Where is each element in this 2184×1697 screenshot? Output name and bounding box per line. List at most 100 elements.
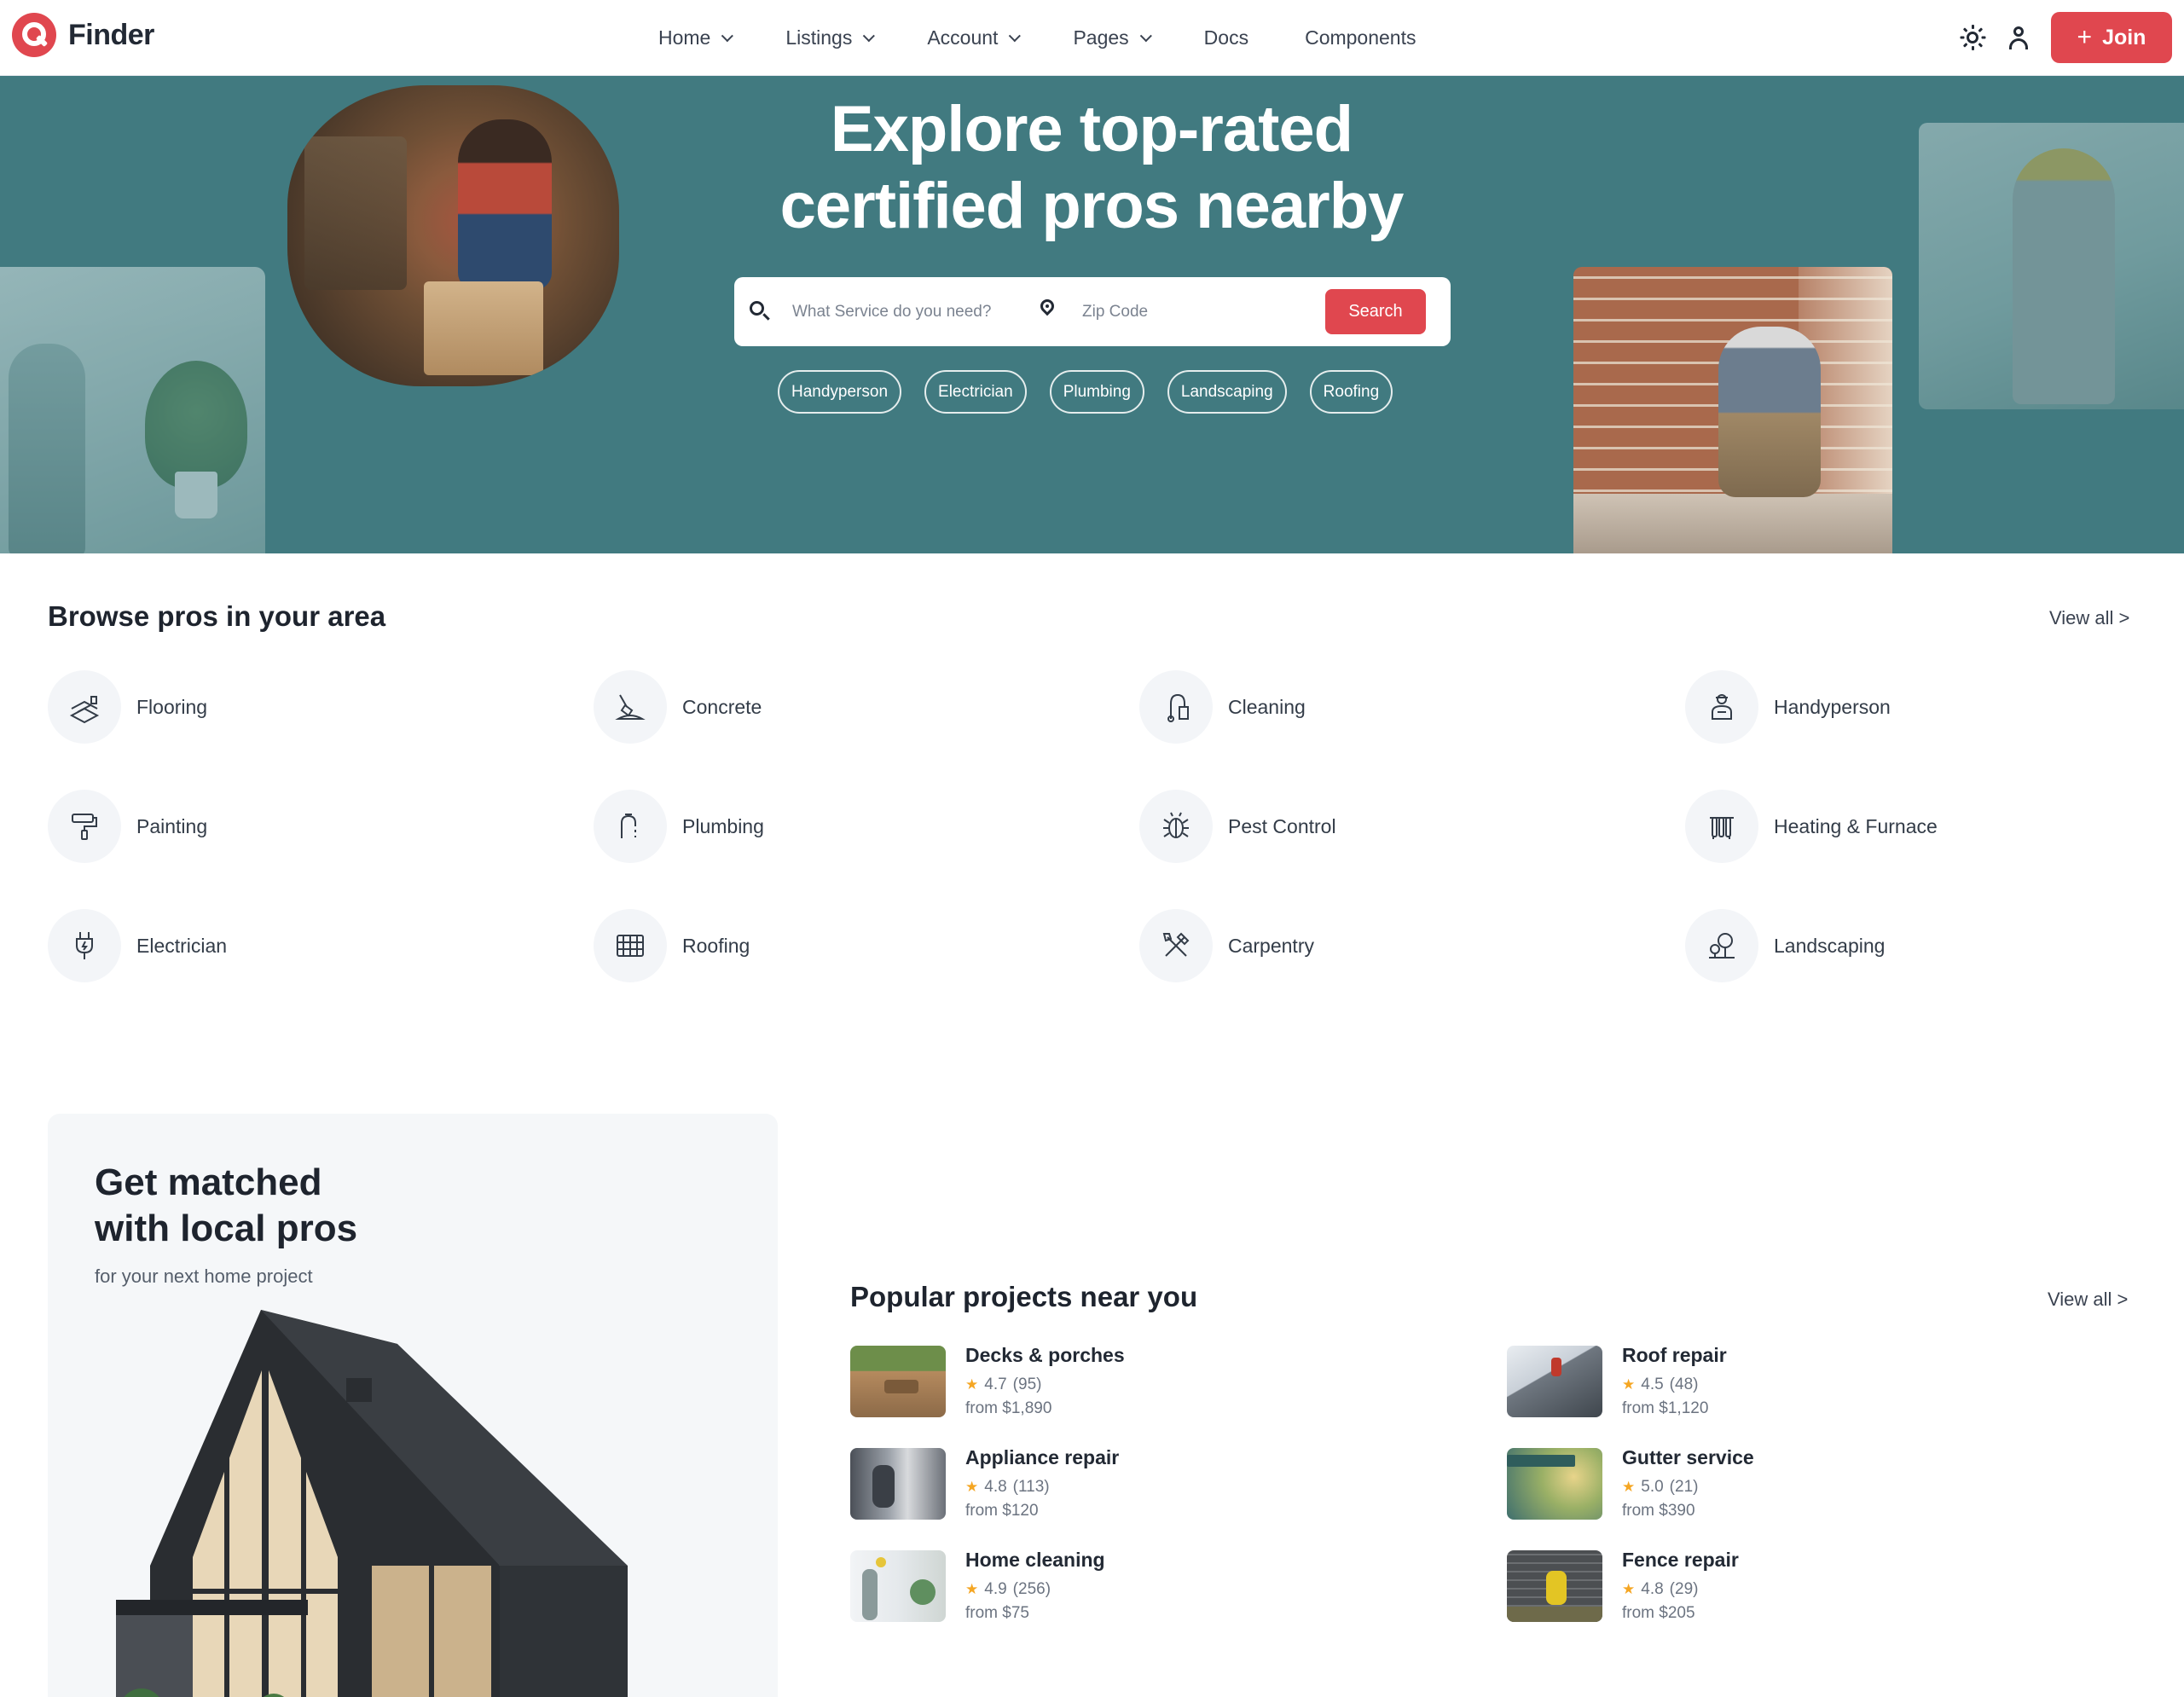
hero-photo-woodworker xyxy=(287,85,619,386)
main-nav: Home Listings Account Pages Docs Compone… xyxy=(658,0,1473,76)
project-thumbnail-image xyxy=(1507,1550,1602,1622)
category-label: Cleaning xyxy=(1228,695,1306,718)
nav-item-docs[interactable]: Docs xyxy=(1204,26,1248,49)
chevron-down-icon xyxy=(721,29,734,42)
nav-item-label: Components xyxy=(1305,26,1416,49)
nav-item-label: Pages xyxy=(1073,26,1129,49)
project-rating: ★ 4.5 (48) xyxy=(1622,1376,1727,1394)
review-count: (256) xyxy=(1012,1580,1051,1598)
service-search-input[interactable] xyxy=(792,294,1005,330)
get-matched-card[interactable]: Get matched with local pros for your nex… xyxy=(48,1114,778,1697)
concrete-icon xyxy=(594,670,667,744)
category-roofing[interactable]: Roofing xyxy=(594,909,1139,982)
star-icon: ★ xyxy=(1622,1376,1636,1393)
search-button[interactable]: Search xyxy=(1325,289,1426,334)
star-icon: ★ xyxy=(965,1581,979,1597)
tools-icon xyxy=(1139,909,1213,982)
category-landscaping[interactable]: Landscaping xyxy=(1685,909,2137,982)
user-account-icon[interactable] xyxy=(2005,24,2032,51)
modern-house-image xyxy=(116,1310,628,1697)
flooring-icon xyxy=(48,670,121,744)
top-navbar: Finder Home Listings Account Pages Docs … xyxy=(0,0,2184,76)
rating-value: 4.5 xyxy=(1641,1376,1664,1393)
radiator-icon xyxy=(1685,790,1758,863)
browse-view-all-link[interactable]: View all > xyxy=(2049,607,2129,629)
search-icon xyxy=(750,301,770,321)
nav-item-label: Home xyxy=(658,26,711,49)
review-count: (48) xyxy=(1669,1376,1699,1393)
promo-title: Get matched with local pros xyxy=(95,1160,521,1252)
category-label: Concrete xyxy=(682,695,762,718)
category-label: Landscaping xyxy=(1774,934,1886,957)
category-electrician[interactable]: Electrician xyxy=(48,909,594,982)
rating-value: 4.8 xyxy=(1641,1580,1664,1598)
category-heating-furnace[interactable]: Heating & Furnace xyxy=(1685,790,2137,863)
promo-title-line-1: Get matched xyxy=(95,1161,322,1203)
rating-value: 5.0 xyxy=(1641,1478,1664,1496)
tag-roofing[interactable]: Roofing xyxy=(1309,370,1393,414)
star-icon: ★ xyxy=(1622,1581,1636,1597)
hero-section: Explore top-rated certified pros nearby … xyxy=(0,76,2184,553)
project-name: Home cleaning xyxy=(965,1549,1105,1571)
hero-title-line-2: certified pros nearby xyxy=(779,170,1405,242)
join-button[interactable]: + Join xyxy=(2051,12,2172,63)
star-icon: ★ xyxy=(965,1479,979,1495)
category-label: Plumbing xyxy=(682,814,764,837)
category-concrete[interactable]: Concrete xyxy=(594,670,1139,744)
project-price: from $1,890 xyxy=(965,1399,1052,1417)
hero-photo-cleaning xyxy=(0,267,265,553)
theme-toggle-sun-icon[interactable] xyxy=(1959,24,1986,51)
category-grid: Flooring Concrete Cleaning Handyperson P… xyxy=(48,670,2137,982)
bug-icon xyxy=(1139,790,1213,863)
category-carpentry[interactable]: Carpentry xyxy=(1139,909,1685,982)
tag-handyperson[interactable]: Handyperson xyxy=(778,370,902,414)
projects-view-all-link[interactable]: View all > xyxy=(2048,1289,2128,1311)
paint-roller-icon xyxy=(48,790,121,863)
rating-value: 4.8 xyxy=(984,1478,1007,1496)
chevron-down-icon xyxy=(1009,29,1022,42)
category-plumbing[interactable]: Plumbing xyxy=(594,790,1139,863)
project-price: from $75 xyxy=(965,1604,1029,1622)
tag-landscaping[interactable]: Landscaping xyxy=(1167,370,1287,414)
review-count: (21) xyxy=(1669,1478,1699,1496)
project-home-cleaning[interactable]: Home cleaning ★ 4.9 (256) from $75 xyxy=(850,1549,1507,1622)
project-price: from $205 xyxy=(1622,1604,1695,1622)
tree-icon xyxy=(1685,909,1758,982)
category-handyperson[interactable]: Handyperson xyxy=(1685,670,2137,744)
project-roof-repair[interactable]: Roof repair ★ 4.5 (48) from $1,120 xyxy=(1507,1344,2036,1417)
nav-item-pages[interactable]: Pages xyxy=(1073,26,1152,49)
project-appliance-repair[interactable]: Appliance repair ★ 4.8 (113) from $120 xyxy=(850,1446,1507,1520)
nav-item-home[interactable]: Home xyxy=(658,26,734,49)
category-cleaning[interactable]: Cleaning xyxy=(1139,670,1685,744)
review-count: (113) xyxy=(1012,1478,1050,1496)
category-label: Flooring xyxy=(136,695,208,718)
project-gutter-service[interactable]: Gutter service ★ 5.0 (21) from $390 xyxy=(1507,1446,2036,1520)
category-flooring[interactable]: Flooring xyxy=(48,670,594,744)
hero-photo-construction-worker xyxy=(1919,123,2184,409)
category-label: Heating & Furnace xyxy=(1774,814,1938,837)
nav-actions: + Join xyxy=(1959,12,2172,63)
category-pest-control[interactable]: Pest Control xyxy=(1139,790,1685,863)
rating-value: 4.9 xyxy=(984,1580,1007,1598)
category-label: Pest Control xyxy=(1228,814,1336,837)
category-label: Handyperson xyxy=(1774,695,1891,718)
project-thumbnail-image xyxy=(850,1448,946,1520)
brand-logo-link[interactable]: Finder xyxy=(12,12,154,58)
nav-item-listings[interactable]: Listings xyxy=(785,26,876,49)
project-thumbnail-image xyxy=(1507,1448,1602,1520)
roof-tiles-icon xyxy=(594,909,667,982)
project-price: from $1,120 xyxy=(1622,1399,1709,1417)
chevron-down-icon xyxy=(863,29,876,42)
zip-code-input[interactable] xyxy=(1082,294,1304,330)
review-count: (95) xyxy=(1012,1376,1042,1393)
handyperson-icon xyxy=(1685,670,1758,744)
project-fence-repair[interactable]: Fence repair ★ 4.8 (29) from $205 xyxy=(1507,1549,2036,1622)
rating-value: 4.7 xyxy=(984,1376,1007,1393)
project-decks-porches[interactable]: Decks & porches ★ 4.7 (95) from $1,890 xyxy=(850,1344,1507,1417)
nav-item-components[interactable]: Components xyxy=(1305,26,1416,49)
tag-electrician[interactable]: Electrician xyxy=(924,370,1027,414)
nav-item-account[interactable]: Account xyxy=(927,26,1022,49)
project-name: Roof repair xyxy=(1622,1344,1727,1366)
tag-plumbing[interactable]: Plumbing xyxy=(1049,370,1144,414)
category-painting[interactable]: Painting xyxy=(48,790,594,863)
